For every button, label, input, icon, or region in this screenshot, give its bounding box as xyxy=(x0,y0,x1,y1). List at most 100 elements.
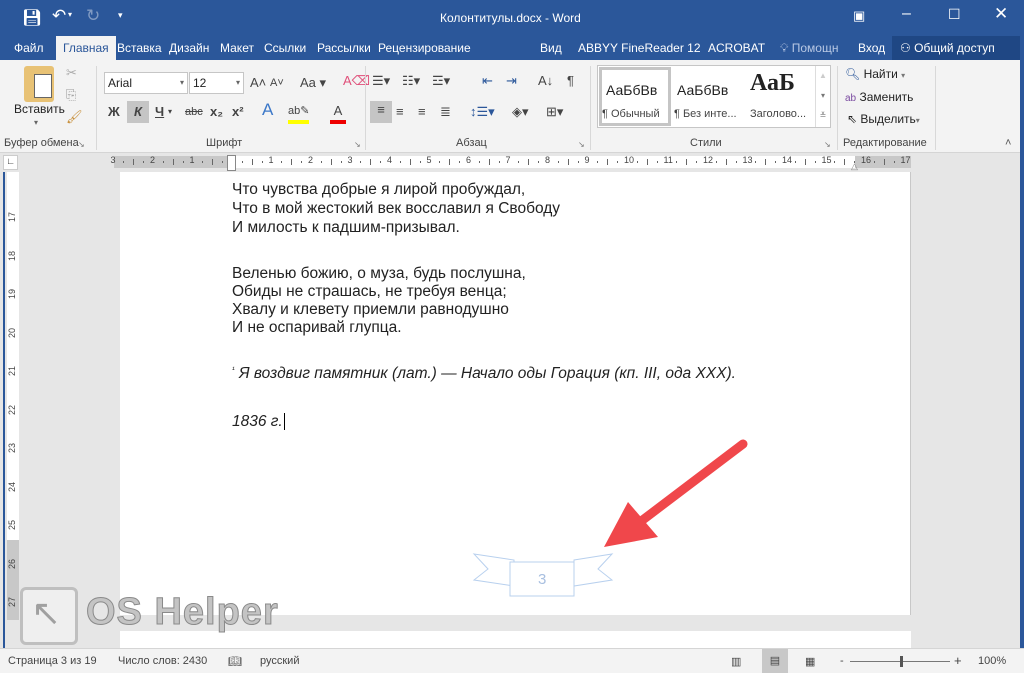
web-layout-icon[interactable]: ▦ xyxy=(805,655,815,668)
superscript-button[interactable]: x² xyxy=(232,103,244,121)
decrease-indent-icon[interactable]: ⇤ xyxy=(482,72,493,90)
font-name-select[interactable]: Arial ▾ xyxy=(104,72,188,94)
italic-button[interactable]: К xyxy=(127,101,149,123)
word-count[interactable]: Число слов: 2430 xyxy=(118,655,207,667)
clear-formatting-icon[interactable]: A⌫ xyxy=(343,72,370,90)
poem-line: И милость к падшим-призывал. xyxy=(232,219,460,236)
select-button[interactable]: ⇖ Выделить▾ xyxy=(847,112,920,126)
customize-qat-icon[interactable]: ▾ xyxy=(118,10,123,21)
align-center-button[interactable]: ≡ xyxy=(396,103,404,121)
shrink-font-icon[interactable]: A˅ xyxy=(270,74,284,92)
proofing-icon[interactable]: 📖︎ xyxy=(228,655,242,668)
ruler-tick xyxy=(607,159,609,165)
clipboard-launcher-icon[interactable]: ↘ xyxy=(78,140,85,149)
divider xyxy=(935,66,936,150)
style-heading[interactable]: АаБ Заголово... xyxy=(750,67,816,126)
show-marks-icon[interactable]: ¶ xyxy=(567,72,574,90)
indent-marker[interactable] xyxy=(227,155,236,171)
shading-icon[interactable]: ◈▾ xyxy=(512,103,529,121)
maximize-button[interactable]: ☐ xyxy=(948,6,961,23)
sort-icon[interactable]: A↓ xyxy=(538,72,553,90)
share-button[interactable]: ⚇ Общий доступ xyxy=(892,36,1020,60)
styles-scrollbar[interactable]: ▲ ▾ ≚ xyxy=(815,66,830,127)
font-color-icon[interactable]: A xyxy=(330,102,346,124)
tab-file[interactable]: Файл xyxy=(6,36,52,60)
sign-in-link[interactable]: Вход xyxy=(850,36,893,60)
collapse-ribbon-icon[interactable]: ˄ xyxy=(1005,137,1011,149)
tell-me-box[interactable]: 💡︎ Помощн xyxy=(772,36,846,60)
text-effects-icon[interactable]: A xyxy=(262,101,273,119)
font-size-select[interactable]: 12 ▾ xyxy=(189,72,244,94)
numbering-icon[interactable]: ☷▾ xyxy=(402,72,420,90)
justify-button[interactable]: ≣ xyxy=(440,103,451,121)
highlight-icon[interactable]: ab✎ xyxy=(288,102,310,124)
bold-button[interactable]: Ж xyxy=(108,103,120,121)
ruler-tick xyxy=(222,161,224,163)
ruler-tick xyxy=(676,161,678,163)
ruler-number: 27 xyxy=(7,596,18,608)
grow-font-icon[interactable]: A˄ xyxy=(250,74,266,92)
underline-button[interactable]: Ч xyxy=(155,103,164,121)
minimize-button[interactable]: – xyxy=(902,5,911,23)
undo-dropdown-icon[interactable]: ▾ xyxy=(68,10,72,19)
change-case-button[interactable]: Aa ▾ xyxy=(300,74,326,92)
paragraph-launcher-icon[interactable]: ↘ xyxy=(578,140,585,149)
line-spacing-icon[interactable]: ↕☰▾ xyxy=(470,103,495,121)
multilevel-list-icon[interactable]: ☲▾ xyxy=(432,72,450,90)
ruler-tick xyxy=(794,161,796,163)
horizontal-ruler[interactable]: ∟ 3 2 1 1 2 3 4 5 6 7 8 9 10 11 12 13 14 15 16 17 △ xyxy=(0,153,1024,172)
zoom-in-button[interactable]: + xyxy=(954,653,962,668)
tab-mailings[interactable]: Рассылки xyxy=(309,36,379,60)
paste-button[interactable]: Вставить xyxy=(14,102,65,116)
tab-references[interactable]: Ссылки xyxy=(256,36,314,60)
poem-line: Веленью божию, о муза, будь послушна, xyxy=(232,265,526,282)
underline-dropdown-icon[interactable]: ▾ xyxy=(168,103,172,121)
tab-abbyy[interactable]: ABBYY FineReader 12 xyxy=(570,36,709,60)
ruler-number: 7 xyxy=(505,155,511,165)
paste-icon[interactable] xyxy=(24,66,54,102)
vertical-ruler[interactable]: 17 18 19 20 21 22 23 24 25 26 27 xyxy=(3,172,19,648)
bullets-icon[interactable]: ☰▾ xyxy=(372,72,390,90)
read-mode-icon[interactable]: ▥ xyxy=(731,655,741,668)
tab-review[interactable]: Рецензирование xyxy=(370,36,479,60)
zoom-slider[interactable] xyxy=(850,656,950,667)
cut-icon[interactable]: ✂ xyxy=(66,64,77,82)
close-button[interactable]: ✕ xyxy=(994,4,1008,24)
window-title: Колонтитулы.docx - Word xyxy=(440,11,581,25)
tab-design[interactable]: Дизайн xyxy=(161,36,217,60)
paste-dropdown-icon[interactable]: ▾ xyxy=(34,118,38,127)
align-right-button[interactable]: ≡ xyxy=(418,103,426,121)
zoom-level[interactable]: 100% xyxy=(978,655,1006,667)
align-left-button[interactable]: ≡ xyxy=(370,101,392,123)
ruler-number: 21 xyxy=(7,365,18,377)
print-layout-icon[interactable]: ▤ xyxy=(762,649,788,673)
document-page[interactable]: Что чувства добрые я лирой пробуждал, Чт… xyxy=(120,172,911,615)
divider xyxy=(590,66,591,150)
undo-icon[interactable]: ↶ xyxy=(52,6,66,26)
tab-view[interactable]: Вид xyxy=(532,36,570,60)
find-button[interactable]: 🔍︎ Найти ▾ xyxy=(845,67,905,81)
right-indent-marker[interactable]: △ xyxy=(851,161,858,172)
copy-icon[interactable]: ⎘ xyxy=(66,86,76,104)
ruler-tick xyxy=(172,159,174,165)
replace-button[interactable]: ab Заменить xyxy=(845,90,913,104)
borders-icon[interactable]: ⊞▾ xyxy=(546,103,563,121)
font-launcher-icon[interactable]: ↘ xyxy=(354,140,361,149)
ribbon-display-icon[interactable]: ▣ xyxy=(853,8,865,24)
subscript-button[interactable]: x₂ xyxy=(210,103,223,121)
increase-indent-icon[interactable]: ⇥ xyxy=(506,72,517,90)
tab-layout[interactable]: Макет xyxy=(212,36,262,60)
format-painter-icon[interactable]: 🖌︎ xyxy=(66,108,83,126)
tab-home[interactable]: Главная xyxy=(56,36,116,60)
page-count[interactable]: Страница 3 из 19 xyxy=(8,655,97,667)
save-icon[interactable]: 💾︎ xyxy=(22,8,42,28)
redo-icon[interactable]: ↻ xyxy=(86,6,100,26)
language[interactable]: русский xyxy=(260,655,299,667)
zoom-out-button[interactable]: - xyxy=(840,655,844,667)
strikethrough-button[interactable]: abc xyxy=(185,103,203,121)
ruler-number: 4 xyxy=(387,155,393,165)
styles-launcher-icon[interactable]: ↘ xyxy=(824,140,831,149)
style-normal[interactable]: АаБбВв ¶ Обычный xyxy=(599,67,671,126)
style-no-spacing[interactable]: АаБбВв ¶ Без инте... xyxy=(674,67,750,126)
tab-acrobat[interactable]: ACROBAT xyxy=(700,36,773,60)
